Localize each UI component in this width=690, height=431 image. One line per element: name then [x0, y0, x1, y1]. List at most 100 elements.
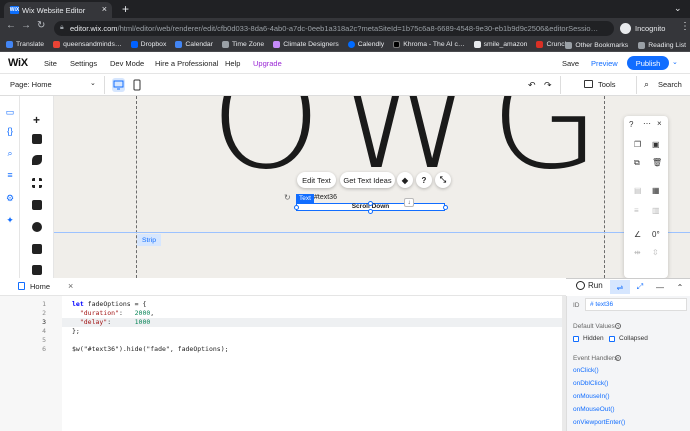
bookmark-climate-designers[interactable]: Climate Designers — [273, 41, 339, 48]
business-icon[interactable] — [20, 244, 54, 254]
copy-icon[interactable]: ❐ — [634, 140, 641, 149]
drag-handle-icon[interactable]: ⋯ — [643, 119, 651, 128]
chevron-up-icon[interactable]: ⌃ — [670, 280, 690, 294]
gear-icon[interactable]: ⚙ — [0, 193, 20, 204]
database-icon[interactable]: ≡ — [0, 170, 20, 180]
resize-handle[interactable] — [368, 209, 373, 214]
tab-search-icon[interactable]: ⌄ — [674, 3, 682, 14]
tab-close-icon[interactable]: × — [102, 4, 107, 14]
chevron-down-icon[interactable]: ⌄ — [90, 79, 96, 87]
run-button[interactable]: Run — [576, 281, 603, 290]
download-icon[interactable]: ↓ — [404, 198, 414, 207]
bookmark-dropbox[interactable]: Dropbox — [130, 41, 166, 48]
other-bookmarks[interactable]: Other Bookmarks — [565, 41, 628, 49]
mobile-view-icon[interactable] — [133, 79, 141, 91]
animation-icon[interactable]: ◆ — [397, 172, 413, 188]
browser-tab[interactable]: WiX Wix Website Editor × — [4, 2, 112, 18]
reading-list[interactable]: Reading List — [638, 41, 686, 49]
close-icon[interactable]: × — [657, 119, 662, 128]
incognito-indicator[interactable]: Incognito — [620, 21, 665, 36]
distribute-icon[interactable]: ▥ — [652, 206, 660, 215]
minimize-icon[interactable]: — — [650, 280, 670, 294]
address-bar[interactable]: editor.wix.com/html/editor/web/renderer/… — [54, 21, 614, 36]
close-icon[interactable]: × — [68, 281, 73, 291]
bookmark-queensandminds[interactable]: queensandminds… — [53, 41, 122, 48]
undo-icon[interactable]: ↶ — [528, 80, 536, 91]
forward-icon[interactable]: → — [21, 20, 31, 31]
bookmark-crunch[interactable]: Crunch — [536, 41, 568, 48]
event-onmouseout[interactable]: onMouseOut() — [573, 406, 615, 413]
save-button[interactable]: Save — [562, 59, 579, 68]
code-braces-icon[interactable]: {} — [0, 126, 20, 136]
menu-site[interactable]: Site — [44, 59, 57, 68]
search-icon[interactable]: ⌕ — [0, 148, 20, 159]
menu-settings[interactable]: Settings — [70, 59, 97, 68]
design-icon[interactable] — [20, 155, 54, 165]
rotation-value[interactable]: 0° — [652, 230, 660, 239]
store-icon[interactable] — [20, 265, 54, 275]
chevron-down-icon[interactable]: ⌄ — [672, 58, 678, 66]
publish-button[interactable]: Publish — [627, 56, 669, 70]
bookmark-calendar[interactable]: Calendar — [175, 41, 213, 48]
add-element-icon[interactable]: + — [33, 113, 40, 127]
code-line[interactable]: $w("#text36").hide("fade", fadeOptions); — [72, 345, 229, 353]
puzzle-icon[interactable]: ✦ — [0, 215, 20, 226]
edit-text-button[interactable]: Edit Text — [297, 172, 336, 188]
stretch-icon[interactable]: ⇳ — [652, 248, 659, 257]
angle-icon[interactable]: ∠ — [634, 230, 641, 239]
rotate-icon[interactable]: ↻ — [284, 193, 291, 202]
help-icon[interactable]: ? — [416, 172, 432, 188]
search-icon[interactable]: ⌕ — [644, 79, 649, 90]
menu-upgrade[interactable]: Upgrade — [253, 59, 282, 68]
wix-logo[interactable]: WiX — [8, 57, 28, 69]
event-onclick[interactable]: onClick() — [573, 367, 599, 374]
code-line[interactable]: }; — [72, 327, 80, 335]
menu-hire-professional[interactable]: Hire a Professional — [155, 59, 218, 68]
event-ondblclick[interactable]: onDblClick() — [573, 380, 608, 387]
bookmark-translate[interactable]: Translate — [6, 41, 44, 48]
blog-icon[interactable] — [20, 222, 54, 232]
media-icon[interactable] — [20, 200, 54, 210]
resize-handle[interactable] — [368, 201, 373, 206]
page-code-icon[interactable]: ▭ — [0, 107, 20, 118]
browser-menu-icon[interactable]: ⋮ — [680, 21, 690, 32]
code-line[interactable]: let fadeOptions = { — [72, 300, 146, 308]
duplicate-icon[interactable]: ⧉ — [634, 158, 640, 168]
menu-dev-mode[interactable]: Dev Mode — [110, 59, 144, 68]
resize-handle[interactable] — [443, 205, 448, 210]
id-input[interactable]: # text36 — [585, 298, 687, 311]
event-onmousein[interactable]: onMouseIn() — [573, 393, 610, 400]
bookmark-calendly[interactable]: Calendly — [347, 41, 384, 48]
strip-label[interactable]: Strip — [137, 234, 161, 246]
hidden-checkbox[interactable] — [573, 336, 579, 342]
reload-icon[interactable]: ↻ — [37, 20, 45, 31]
collapsed-checkbox[interactable] — [609, 336, 615, 342]
properties-toggle-icon[interactable]: ⇌ — [610, 280, 630, 294]
help-icon[interactable]: ? — [629, 120, 633, 129]
bookmark-khroma[interactable]: Khroma - The AI c… — [393, 41, 465, 48]
back-icon[interactable]: ← — [6, 20, 16, 31]
delete-icon[interactable]: 🗑︎ — [652, 158, 662, 167]
help-icon[interactable]: ? — [615, 355, 621, 361]
lock-icon[interactable]: 🔒︎ — [60, 24, 64, 32]
paste-icon[interactable]: ▣ — [652, 140, 660, 149]
help-icon[interactable]: ? — [615, 323, 621, 329]
link-icon[interactable]: ⤡ — [435, 172, 451, 188]
page-selector[interactable]: Page: Home — [10, 80, 52, 89]
expand-icon[interactable]: ⤢ — [630, 280, 650, 294]
code-line[interactable]: "duration": 2000, — [72, 309, 154, 317]
event-onviewportenter[interactable]: onViewportEnter() — [573, 419, 625, 426]
resize-handle[interactable] — [294, 205, 299, 210]
menu-help[interactable]: Help — [225, 59, 240, 68]
preview-button[interactable]: Preview — [591, 59, 618, 68]
redo-icon[interactable]: ↷ — [544, 80, 552, 91]
apps-icon[interactable] — [20, 178, 54, 188]
get-text-ideas-button[interactable]: Get Text Ideas — [340, 172, 395, 188]
arrange-icon[interactable]: ▤ — [634, 186, 642, 195]
align-icon[interactable]: ≡ — [634, 206, 639, 215]
bookmark-time-zone[interactable]: Time Zone — [221, 41, 264, 48]
bookmark-smile-amazon[interactable]: smile_amazon — [473, 41, 527, 48]
flip-icon[interactable]: ⇹ — [634, 248, 641, 257]
desktop-view-icon[interactable] — [112, 78, 125, 92]
search-button[interactable]: Search — [658, 80, 682, 89]
